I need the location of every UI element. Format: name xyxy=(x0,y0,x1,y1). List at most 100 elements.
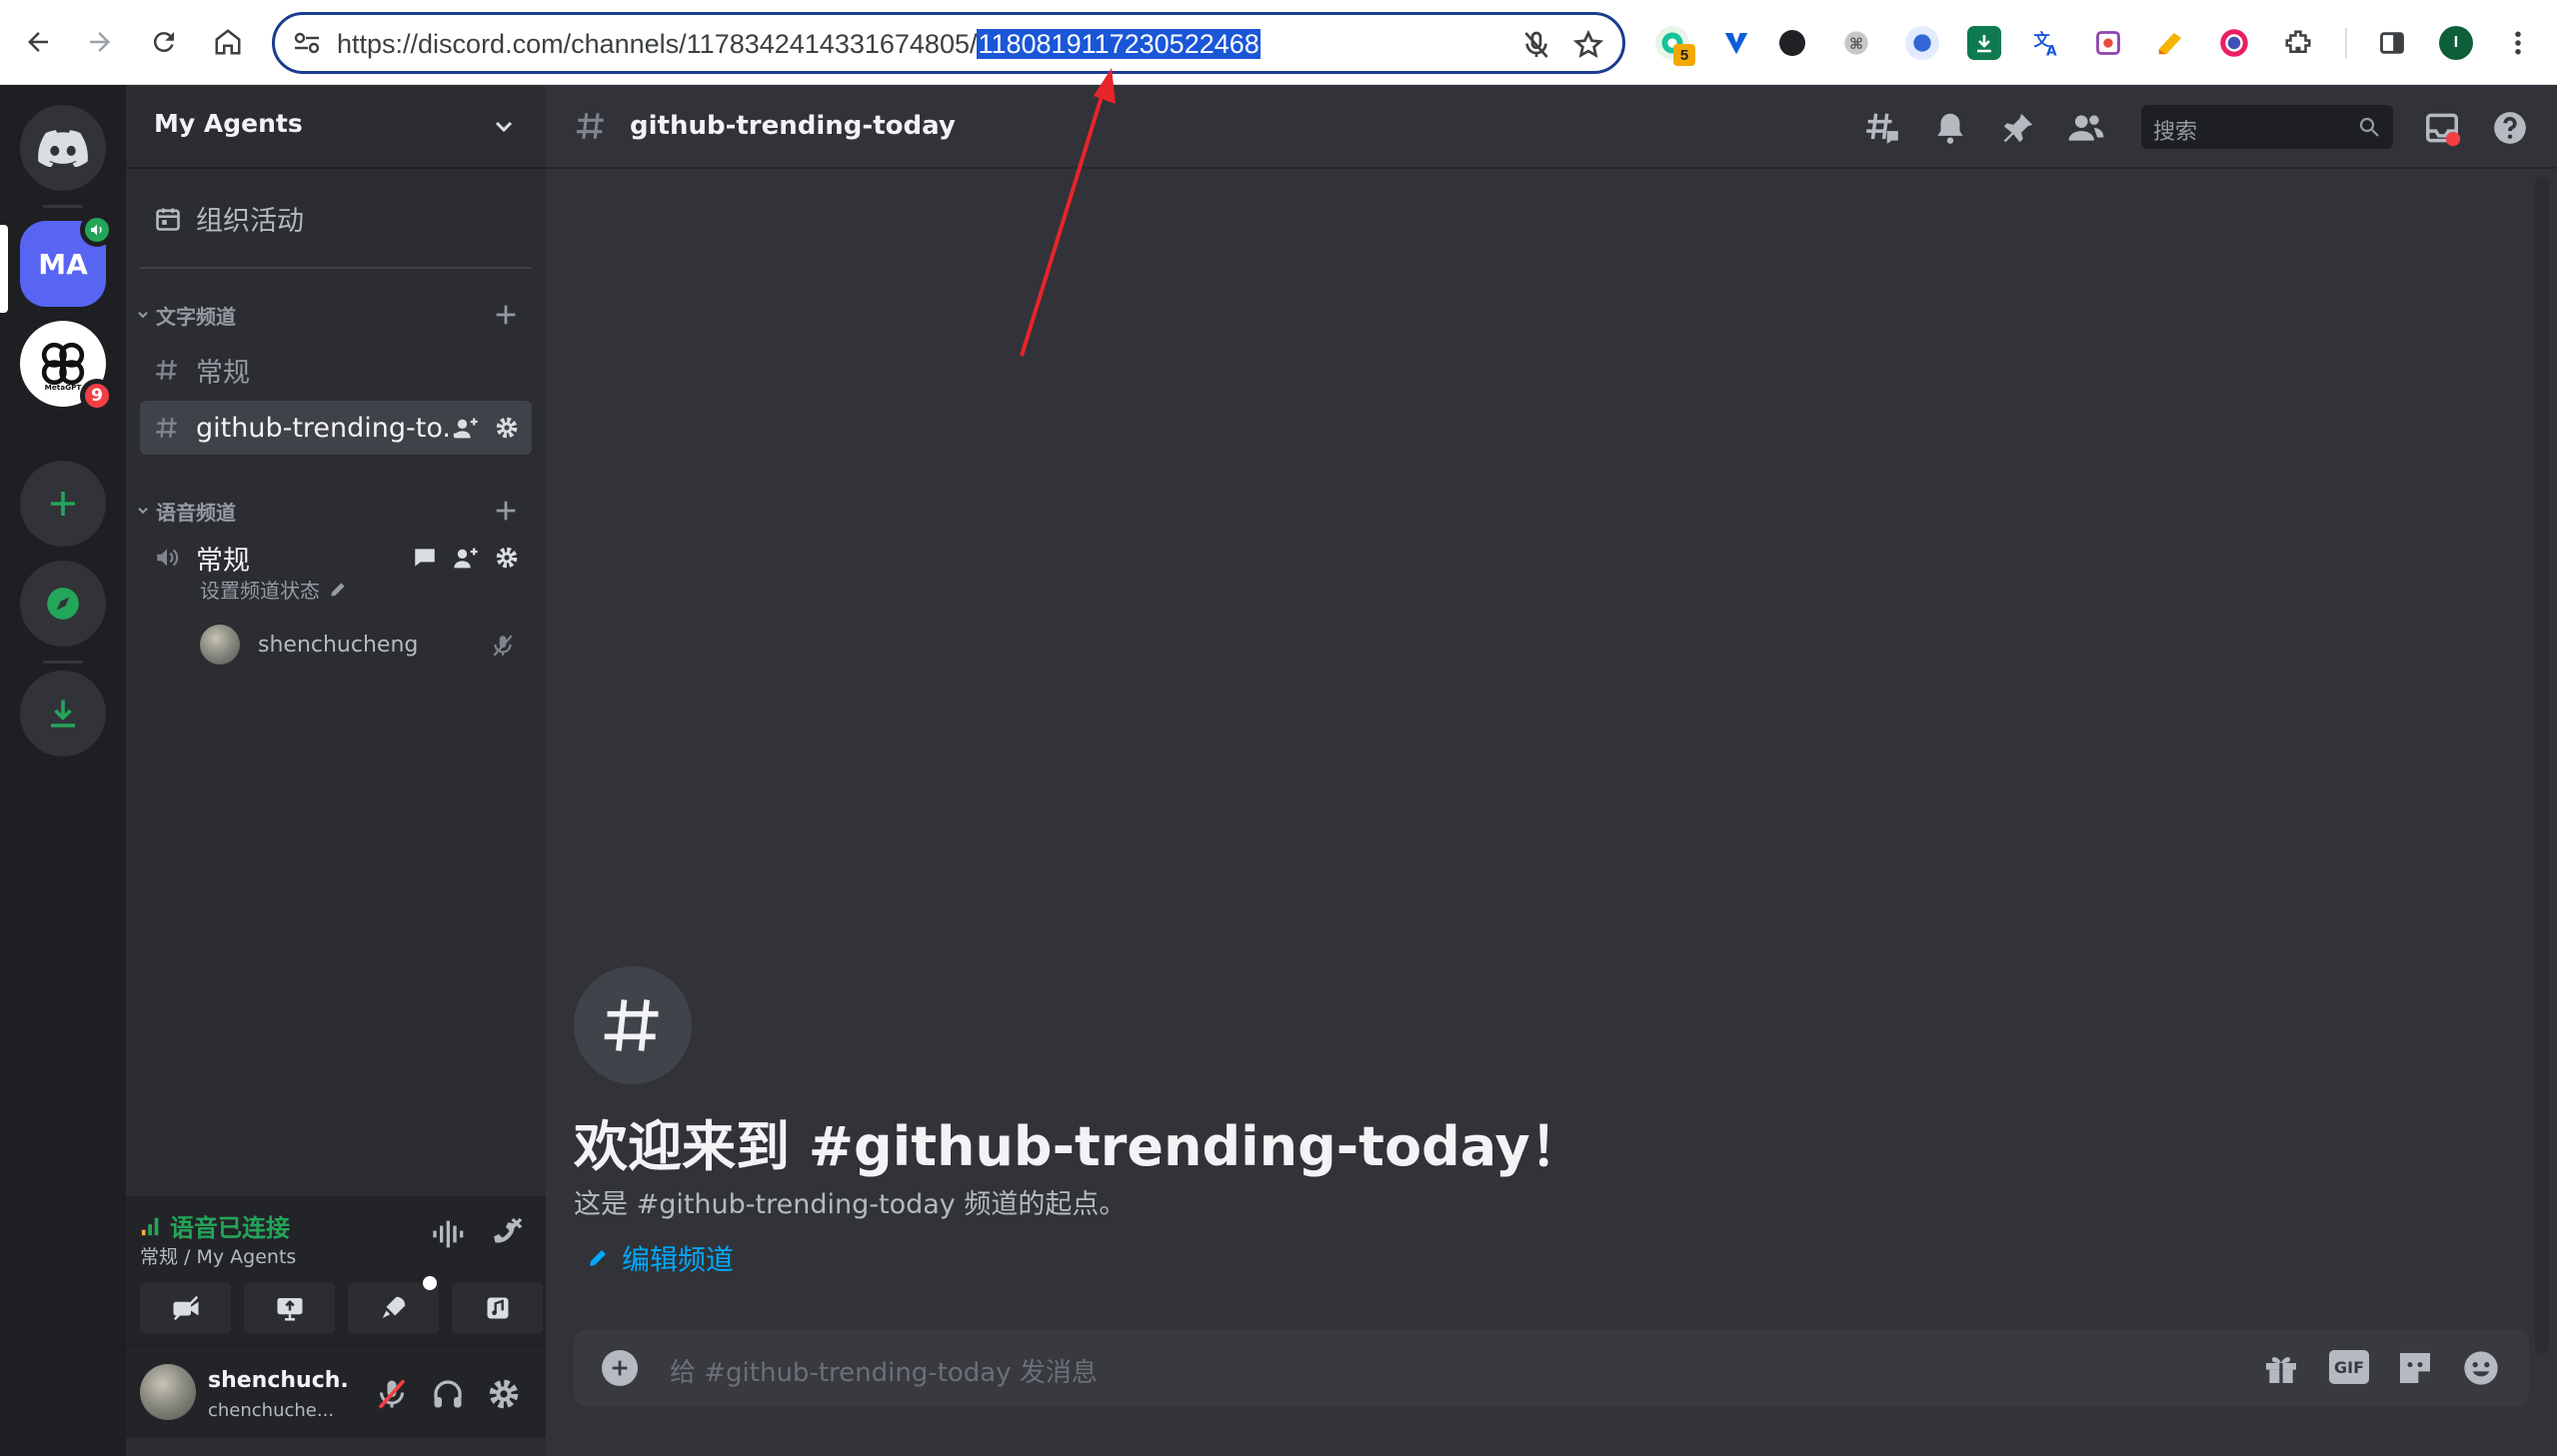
reload-button[interactable] xyxy=(142,20,186,64)
arrow-right-icon xyxy=(90,32,110,52)
speaker-icon xyxy=(91,224,102,236)
side-panel-icon xyxy=(2380,32,2404,54)
home-server[interactable] xyxy=(20,105,106,191)
address-bar[interactable]: https://discord.com/channels/11783424143… xyxy=(272,12,1625,74)
threads-icon[interactable] xyxy=(1863,109,1901,147)
extensions-button[interactable] xyxy=(2281,26,2315,60)
guild-header[interactable]: My Agents xyxy=(126,85,546,169)
server-metagpt[interactable]: MetaGPT 9 xyxy=(20,321,114,413)
chevron-down-icon xyxy=(138,507,148,515)
download-apps-button[interactable] xyxy=(20,671,106,756)
extension-screenshot-icon[interactable] xyxy=(2091,26,2125,60)
gif-button[interactable]: GIF xyxy=(2329,1350,2369,1384)
explore-servers-button[interactable] xyxy=(20,561,106,647)
mic-muted-icon[interactable] xyxy=(374,1376,410,1412)
gear-icon[interactable] xyxy=(494,545,520,571)
member-list-icon[interactable] xyxy=(2067,109,2105,147)
gear-icon[interactable] xyxy=(494,415,520,441)
events-item[interactable]: 组织活动 xyxy=(154,199,304,238)
avatar xyxy=(200,625,240,665)
gift-icon[interactable] xyxy=(2261,1348,2301,1388)
url-selection: 1180819117230522468 xyxy=(977,29,1261,59)
profile-avatar[interactable]: I xyxy=(2439,26,2473,60)
user-display-name[interactable]: shenchuch... xyxy=(208,1368,348,1393)
participant-name: shenchucheng xyxy=(258,632,419,658)
emoji-icon[interactable] xyxy=(2461,1348,2501,1388)
toggle-camera-button[interactable] xyxy=(140,1282,231,1334)
category-text-channels[interactable]: 文字频道 xyxy=(136,301,236,329)
extension-grammar-icon[interactable]: 5 xyxy=(1655,26,1695,66)
category-label: 文字频道 xyxy=(156,304,236,329)
share-screen-button[interactable] xyxy=(244,1282,335,1334)
calendar-icon xyxy=(156,208,180,231)
welcome-subtitle: 这是 #github-trending-today 频道的起点。 xyxy=(574,1189,1127,1220)
extension-v-icon[interactable] xyxy=(1719,26,1753,60)
user-tag: chenchuche... xyxy=(208,1400,335,1421)
notes-icon xyxy=(2158,33,2182,55)
extension-color-icon[interactable] xyxy=(2217,26,2251,60)
forward-button[interactable] xyxy=(78,20,122,64)
extension-github-icon[interactable] xyxy=(1779,30,1805,56)
extension-record-icon[interactable] xyxy=(1905,26,1939,60)
activities-button[interactable] xyxy=(348,1276,439,1334)
invite-user-icon[interactable] xyxy=(452,545,480,573)
back-button[interactable] xyxy=(16,20,60,64)
user-panel: shenchuch... chenchuche... xyxy=(126,1348,546,1438)
message-composer[interactable]: 给 #github-trending-today 发消息 GIF xyxy=(574,1330,2529,1406)
user-avatar[interactable] xyxy=(140,1364,196,1420)
message-scrollbar[interactable] xyxy=(2535,177,2549,1354)
sticker-icon[interactable] xyxy=(2395,1348,2435,1388)
add-server-button[interactable] xyxy=(20,461,106,547)
search-box[interactable]: 搜索 xyxy=(2141,105,2393,149)
channel-general-text[interactable]: 常规 xyxy=(140,343,532,397)
disconnect-call-icon[interactable] xyxy=(486,1214,526,1254)
extension-notes-icon[interactable] xyxy=(2153,26,2187,60)
record-dot-icon xyxy=(1913,34,1931,52)
voice-location[interactable]: 常规 / My Agents xyxy=(140,1242,296,1269)
extension-download-icon[interactable] xyxy=(1967,26,2001,60)
invite-user-icon[interactable] xyxy=(452,415,480,443)
soundboard-button[interactable] xyxy=(452,1282,543,1334)
user-settings-gear-icon[interactable] xyxy=(486,1376,522,1412)
mic-off-icon[interactable] xyxy=(1520,29,1552,61)
headphones-icon[interactable] xyxy=(430,1376,466,1412)
download-arrow-icon xyxy=(1977,35,1991,53)
server-my-agents[interactable]: MA xyxy=(20,213,114,307)
browser-menu-button[interactable] xyxy=(2501,26,2535,60)
server-rail: MA MetaGPT 9 xyxy=(0,85,126,1456)
url-text[interactable]: https://discord.com/channels/11783424143… xyxy=(337,29,1261,60)
noise-suppression-icon[interactable] xyxy=(430,1214,470,1254)
voice-active-badge xyxy=(80,213,114,247)
voice-connected-status[interactable]: 语音已连接 xyxy=(140,1208,290,1243)
pin-icon[interactable] xyxy=(1999,109,2037,147)
extension-command-icon[interactable]: ⌘ xyxy=(1839,26,1873,60)
chat-bubble-icon[interactable] xyxy=(412,545,438,571)
category-voice-channels[interactable]: 语音频道 xyxy=(136,497,236,525)
hash-icon xyxy=(156,360,177,380)
bookmark-star-icon[interactable] xyxy=(1572,29,1604,61)
upload-button[interactable] xyxy=(602,1350,638,1386)
inbox-icon[interactable] xyxy=(2423,109,2461,147)
speaker-icon xyxy=(157,549,179,567)
bell-icon[interactable] xyxy=(1931,109,1969,147)
screen-share-icon xyxy=(277,1298,302,1321)
plus-icon xyxy=(612,1360,628,1376)
kebab-menu-icon xyxy=(2515,31,2521,55)
side-panel-button[interactable] xyxy=(2375,26,2409,60)
discord-logo-icon xyxy=(38,130,88,167)
create-channel-icon[interactable] xyxy=(492,301,520,329)
message-input-placeholder: 给 #github-trending-today 发消息 xyxy=(670,1358,1098,1388)
set-channel-status[interactable]: 设置频道状态 xyxy=(200,575,348,604)
chevron-down-icon xyxy=(138,311,148,319)
voice-participant[interactable]: shenchucheng xyxy=(200,621,530,669)
screenshot-frame-icon xyxy=(2096,31,2120,55)
unread-indicator xyxy=(0,297,8,313)
edit-channel-link[interactable]: 编辑频道 xyxy=(586,1238,734,1278)
create-channel-icon[interactable] xyxy=(492,497,520,525)
channel-github-trending-today[interactable]: github-trending-to... xyxy=(140,401,532,455)
extension-translate-icon[interactable]: 文A xyxy=(2029,26,2063,60)
color-ring-icon xyxy=(2220,29,2248,57)
site-settings-icon[interactable] xyxy=(293,31,321,55)
home-button[interactable] xyxy=(206,20,250,64)
help-icon[interactable] xyxy=(2491,109,2529,147)
